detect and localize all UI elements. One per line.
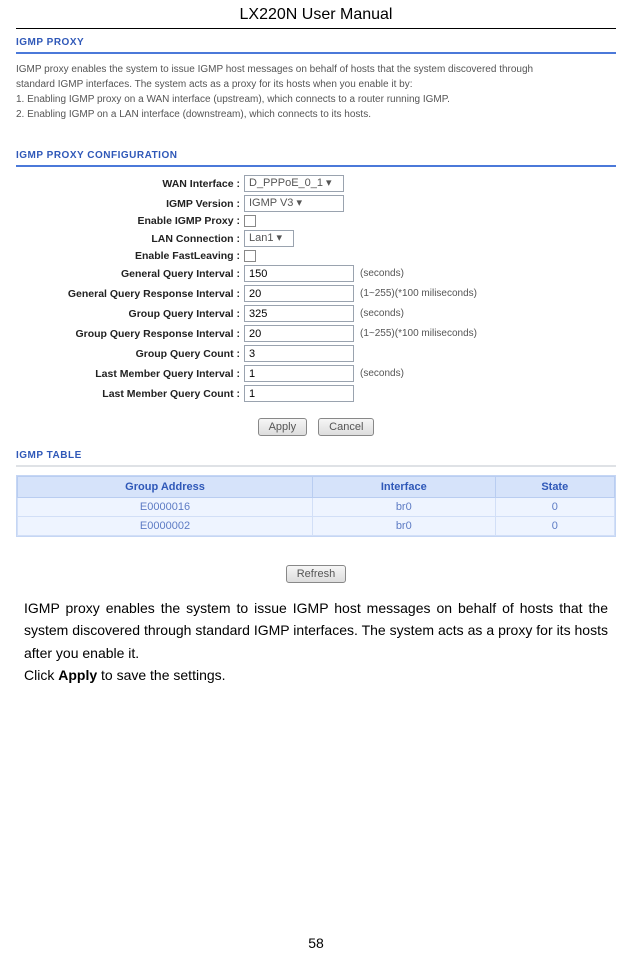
unit-text: (seconds) — [360, 268, 404, 279]
unit-text: (seconds) — [360, 308, 404, 319]
wan-interface-select[interactable]: D_PPPoE_0_1 ▾ — [244, 175, 344, 192]
label-group-query-interval: Group Query Interval — [129, 308, 234, 320]
table-row: E0000002 br0 0 — [18, 517, 615, 536]
document-title: LX220N User Manual — [16, 0, 616, 29]
cell-interface: br0 — [313, 498, 496, 517]
label-group-query-count: Group Query Count — [136, 348, 234, 360]
label-igmp-version: IGMP Version — [166, 198, 234, 210]
igmp-version-select[interactable]: IGMP V3 ▾ — [244, 195, 344, 212]
refresh-button[interactable]: Refresh — [286, 565, 347, 583]
cell-group-address: E0000002 — [18, 517, 313, 536]
igmp-table: Group Address Interface State E0000016 b… — [17, 476, 615, 536]
cell-group-address: E0000016 — [18, 498, 313, 517]
label-group-query-response-interval: Group Query Response Interval — [75, 328, 233, 340]
unit-text: (1~255)(*100 miliseconds) — [360, 328, 477, 339]
group-query-response-interval-input[interactable] — [244, 325, 354, 342]
label-enable-igmp-proxy: Enable IGMP Proxy — [137, 215, 233, 227]
label-general-query-response-interval: General Query Response Interval — [68, 288, 234, 300]
col-interface: Interface — [313, 477, 496, 498]
label-enable-fastleaving: Enable FastLeaving — [135, 250, 234, 262]
cancel-button[interactable]: Cancel — [318, 418, 374, 436]
cell-state: 0 — [495, 498, 614, 517]
intro-line: 2. Enabling IGMP on a LAN interface (dow… — [16, 107, 616, 122]
label-last-member-query-count: Last Member Query Count — [102, 388, 233, 400]
section-heading-igmp-config: IGMP PROXY CONFIGURATION — [16, 150, 616, 161]
col-state: State — [495, 477, 614, 498]
section-heading-igmp-proxy: IGMP PROXY — [16, 37, 616, 48]
last-member-query-count-input[interactable] — [244, 385, 354, 402]
apply-button[interactable]: Apply — [258, 418, 308, 436]
unit-text: (1~255)(*100 miliseconds) — [360, 288, 477, 299]
section-heading-igmp-table: IGMP TABLE — [16, 450, 616, 461]
cell-interface: br0 — [313, 517, 496, 536]
manual-paragraph-apply: Click Apply to save the settings. — [24, 664, 608, 686]
label-general-query-interval: General Query Interval — [121, 268, 234, 280]
igmp-intro-text: IGMP proxy enables the system to issue I… — [16, 62, 616, 122]
general-query-interval-input[interactable] — [244, 265, 354, 282]
page-number: 58 — [0, 935, 632, 951]
enable-fastleaving-checkbox[interactable] — [244, 250, 256, 262]
manual-paragraph: IGMP proxy enables the system to issue I… — [24, 597, 608, 664]
group-query-interval-input[interactable] — [244, 305, 354, 322]
intro-line: IGMP proxy enables the system to issue I… — [16, 62, 616, 77]
general-query-response-interval-input[interactable] — [244, 285, 354, 302]
last-member-query-interval-input[interactable] — [244, 365, 354, 382]
unit-text: (seconds) — [360, 368, 404, 379]
label-lan-connection: LAN Connection — [151, 233, 233, 245]
col-group-address: Group Address — [18, 477, 313, 498]
intro-line: standard IGMP interfaces. The system act… — [16, 77, 616, 92]
divider — [16, 465, 616, 467]
label-last-member-query-interval: Last Member Query Interval — [95, 368, 233, 380]
cell-state: 0 — [495, 517, 614, 536]
divider — [16, 165, 616, 167]
label-wan-interface: WAN Interface — [162, 178, 233, 190]
table-row: E0000016 br0 0 — [18, 498, 615, 517]
enable-igmp-proxy-checkbox[interactable] — [244, 215, 256, 227]
divider — [16, 52, 616, 54]
igmp-screenshot: IGMP PROXY IGMP proxy enables the system… — [16, 37, 616, 583]
lan-connection-select[interactable]: Lan1 ▾ — [244, 230, 294, 247]
group-query-count-input[interactable] — [244, 345, 354, 362]
intro-line: 1. Enabling IGMP proxy on a WAN interfac… — [16, 92, 616, 107]
